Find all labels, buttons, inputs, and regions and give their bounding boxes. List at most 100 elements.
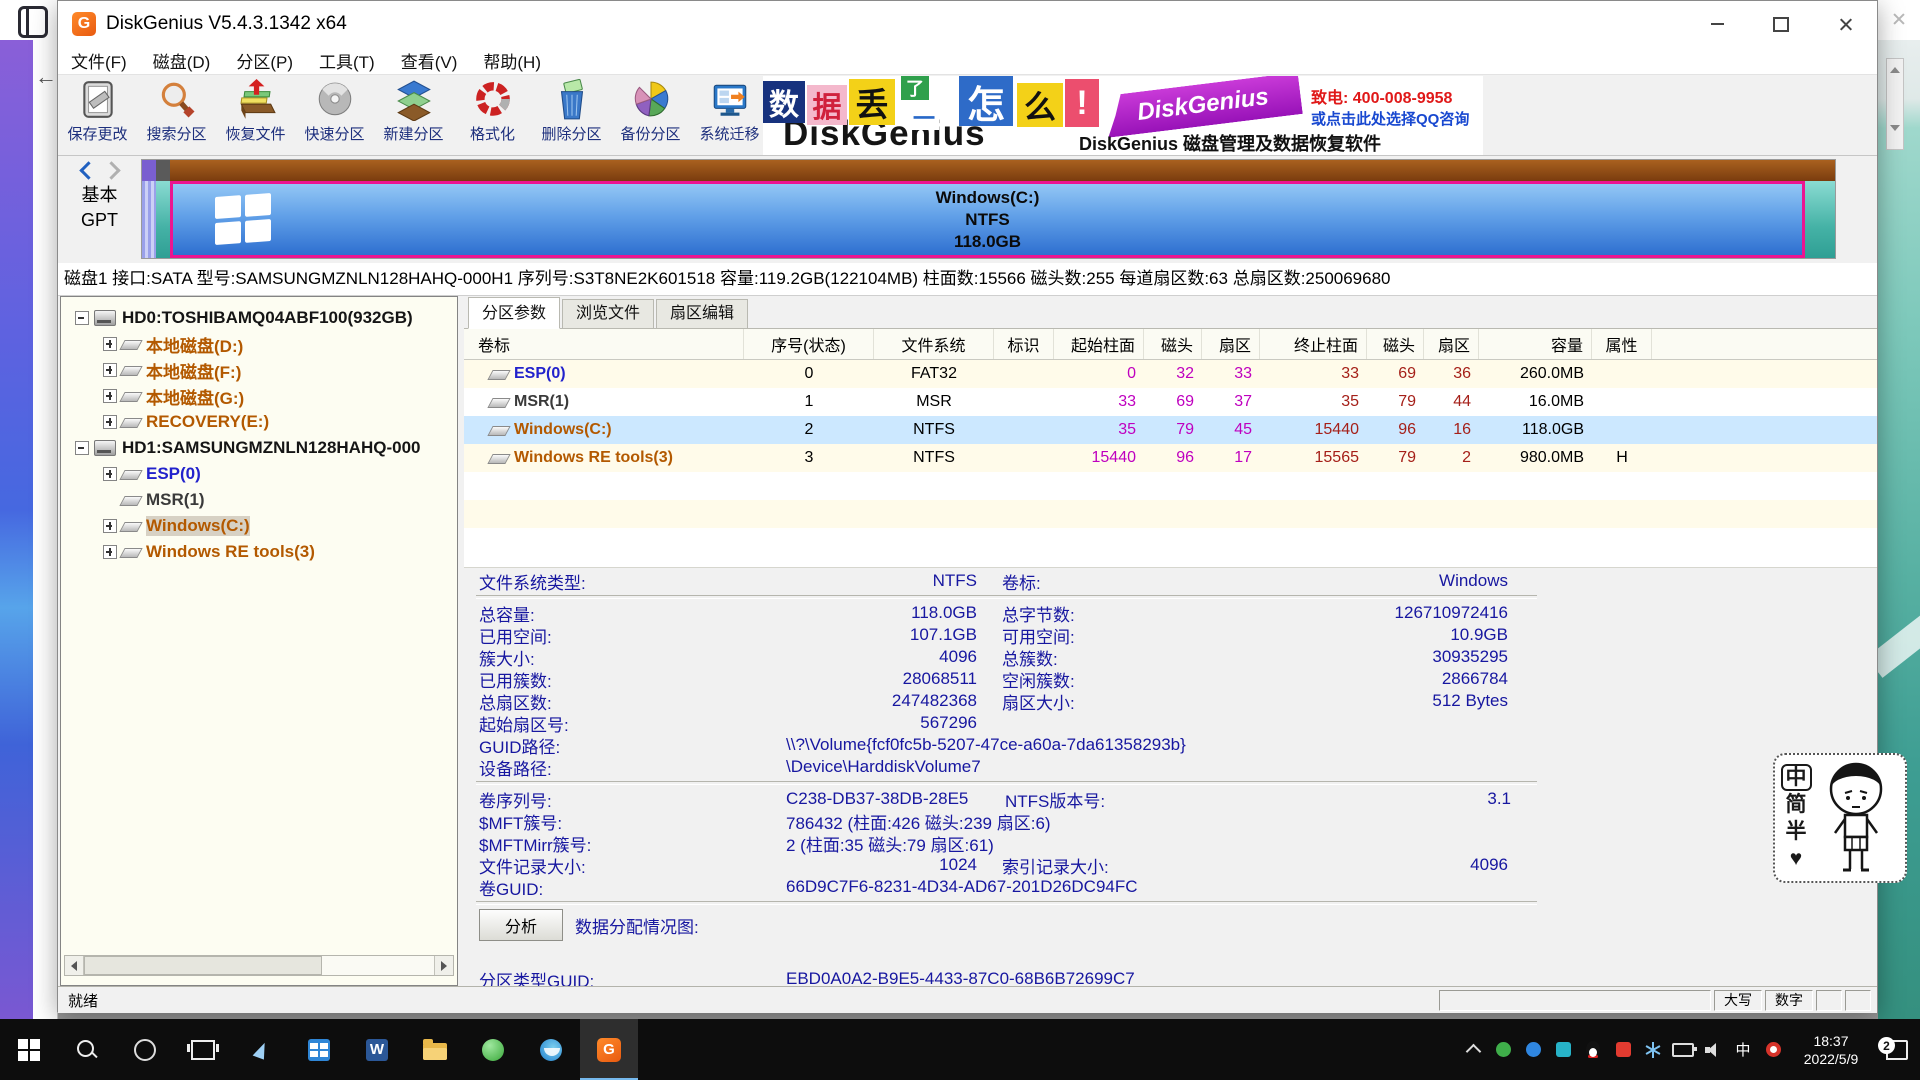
partition-icon	[122, 546, 140, 558]
menu-view[interactable]: 查看(V)	[388, 48, 471, 73]
separator	[476, 781, 1537, 785]
tray-icon-teal[interactable]	[1548, 1019, 1578, 1080]
tray-show-hidden-icons[interactable]	[1458, 1019, 1488, 1080]
advertisement-banner[interactable]: DiskGenius 数 据 丢 了 一 怎 么 ! DiskGenius 致电…	[763, 76, 1483, 155]
tab-browse-files[interactable]: 浏览文件	[562, 299, 654, 328]
tree-item-local-d[interactable]: 本地磁盘(D:)	[61, 331, 457, 357]
sticker-cartoon-figure	[1817, 757, 1895, 879]
taskbar-file-explorer[interactable]	[406, 1019, 464, 1080]
prev-disk-arrow-icon[interactable]	[79, 161, 97, 179]
banner-qq-link[interactable]: 或点击此处选择QQ咨询	[1311, 108, 1469, 129]
status-numlock: 数字	[1765, 990, 1813, 1011]
expander-collapsed-icon[interactable]	[103, 519, 117, 533]
tray-icon-snowflake[interactable]	[1638, 1019, 1668, 1080]
expander-collapsed-icon[interactable]	[103, 467, 117, 481]
table-row-esp[interactable]: ESP(0) 0 FAT32 0 32 33 33 69 36 260.0MB	[464, 360, 1877, 388]
partition-block-windows-c[interactable]: Windows(C:) NTFS 118.0GB	[170, 160, 1805, 258]
new-partition-button[interactable]: 新建分区	[374, 75, 453, 155]
banner-tile: 丢	[849, 79, 895, 125]
expander-collapsed-icon[interactable]	[103, 415, 117, 429]
table-row-windows-re-tools[interactable]: Windows RE tools(3) 3 NTFS 15440 96 17 1…	[464, 444, 1877, 472]
expander-collapsed-icon[interactable]	[103, 363, 117, 377]
tray-icon-blue[interactable]	[1518, 1019, 1548, 1080]
status-spacer	[1439, 990, 1711, 1011]
action-center-button[interactable]: 2	[1874, 1019, 1920, 1080]
menu-help[interactable]: 帮助(H)	[470, 48, 554, 73]
tree-item-msr[interactable]: MSR(1)	[61, 487, 457, 513]
menu-partition[interactable]: 分区(P)	[223, 48, 306, 73]
partition-bar-side: 基本 GPT	[58, 156, 141, 263]
tree-item-local-g[interactable]: 本地磁盘(G:)	[61, 383, 457, 409]
start-button[interactable]	[0, 1019, 58, 1080]
disk-tree-panel: HD0:TOSHIBAMQ04ABF100(932GB) 本地磁盘(D:) 本地…	[60, 296, 458, 986]
maximize-button[interactable]	[1749, 1, 1813, 47]
banner-tile: 怎	[959, 76, 1013, 126]
tab-sector-edit[interactable]: 扇区编辑	[656, 299, 748, 328]
taskbar-clock[interactable]: 18:37 2022/5/9	[1788, 1032, 1874, 1068]
backup-partition-button[interactable]: 备份分区	[611, 75, 690, 155]
recover-files-button[interactable]: 恢复文件	[216, 75, 295, 155]
expander-expanded-icon[interactable]	[75, 441, 89, 455]
taskbar-search-button[interactable]	[58, 1019, 116, 1080]
expander-collapsed-icon[interactable]	[103, 337, 117, 351]
partition-block-re-tools[interactable]	[1805, 160, 1835, 258]
menu-tools[interactable]: 工具(T)	[306, 48, 388, 73]
partition-size: 118.0GB	[936, 231, 1040, 253]
expander-collapsed-icon[interactable]	[103, 545, 117, 559]
notification-badge: 2	[1878, 1037, 1895, 1054]
taskbar-app-lightning[interactable]	[232, 1019, 290, 1080]
green-browser-icon	[482, 1039, 504, 1061]
partition-icon	[490, 396, 508, 408]
tree-item-recovery-e[interactable]: RECOVERY(E:)	[61, 409, 457, 435]
taskbar-app-edge[interactable]	[522, 1019, 580, 1080]
table-row-empty	[464, 500, 1877, 528]
tree-item-esp[interactable]: ESP(0)	[61, 461, 457, 487]
scroll-right-arrow[interactable]	[434, 956, 453, 975]
table-row-msr[interactable]: MSR(1) 1 MSR 33 69 37 35 79 44 16.0MB	[464, 388, 1877, 416]
partition-block-esp[interactable]	[142, 160, 156, 258]
tree-item-local-f[interactable]: 本地磁盘(F:)	[61, 357, 457, 383]
diskgenius-icon: G	[597, 1038, 621, 1062]
tree-item-hd0[interactable]: HD0:TOSHIBAMQ04ABF100(932GB)	[61, 305, 457, 331]
menu-file[interactable]: 文件(F)	[58, 48, 140, 73]
tray-icon-green[interactable]	[1488, 1019, 1518, 1080]
taskbar-app-word[interactable]: W	[348, 1019, 406, 1080]
tray-ime-indicator[interactable]: 中	[1728, 1019, 1758, 1080]
analyze-button[interactable]: 分析	[479, 909, 563, 941]
cortana-button[interactable]	[116, 1019, 174, 1080]
save-changes-button[interactable]: 保存更改	[58, 75, 137, 155]
clock-date: 2022/5/9	[1804, 1050, 1859, 1068]
taskbar-app-browser-green[interactable]	[464, 1019, 522, 1080]
tree-item-windows-re-tools[interactable]: Windows RE tools(3)	[61, 539, 457, 565]
taskbar-app-store[interactable]	[290, 1019, 348, 1080]
minimize-button[interactable]	[1685, 1, 1749, 47]
tray-icon-qq[interactable]	[1578, 1019, 1608, 1080]
format-button[interactable]: 格式化	[453, 75, 532, 155]
tray-icon-red[interactable]	[1608, 1019, 1638, 1080]
expander-collapsed-icon[interactable]	[103, 389, 117, 403]
scroll-thumb[interactable]	[84, 956, 322, 975]
delete-partition-button[interactable]: 删除分区	[532, 75, 611, 155]
tree-horizontal-scrollbar[interactable]	[64, 955, 454, 976]
tray-battery[interactable]	[1668, 1019, 1698, 1080]
tray-volume[interactable]	[1698, 1019, 1728, 1080]
windows-start-icon	[18, 1039, 40, 1061]
scroll-left-arrow[interactable]	[65, 956, 84, 975]
taskbar-app-diskgenius-active[interactable]: G	[580, 1019, 638, 1080]
next-disk-arrow-icon[interactable]	[102, 161, 120, 179]
tree-item-windows-c[interactable]: Windows(C:)	[61, 513, 457, 539]
task-view-button[interactable]	[174, 1019, 232, 1080]
table-row-windows-c-selected[interactable]: Windows(C:) 2 NTFS 35 79 45 15440 96 16 …	[464, 416, 1877, 444]
search-partition-button[interactable]: 搜索分区	[137, 75, 216, 155]
partition-block-msr[interactable]	[156, 160, 170, 258]
tab-partition-params[interactable]: 分区参数	[468, 297, 560, 329]
background-window-icon	[18, 6, 48, 38]
scroll-track[interactable]	[84, 956, 434, 975]
close-button[interactable]	[1813, 1, 1877, 47]
system-migration-button[interactable]: 系统迁移	[690, 75, 769, 155]
tree-item-hd1[interactable]: HD1:SAMSUNGMZNLN128HAHQ-000	[61, 435, 457, 461]
menu-disk[interactable]: 磁盘(D)	[140, 48, 224, 73]
tray-icon-redwhite[interactable]	[1758, 1019, 1788, 1080]
quick-partition-button[interactable]: 快速分区	[295, 75, 374, 155]
expander-expanded-icon[interactable]	[75, 311, 89, 325]
